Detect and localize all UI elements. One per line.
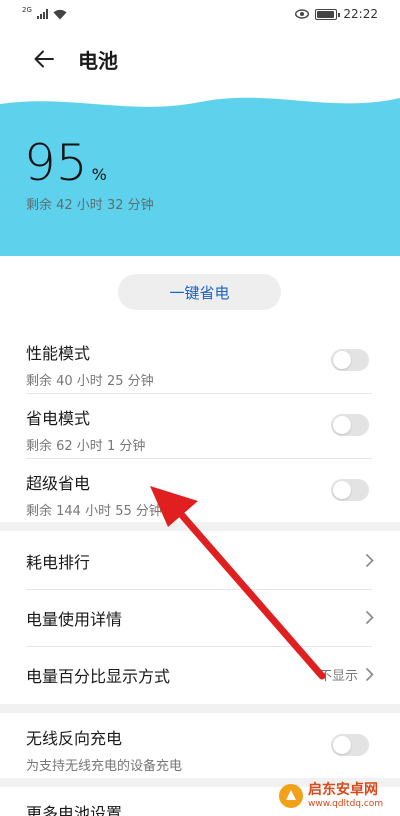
mode-remaining: 剩余 40 小时 25 分钟 — [26, 374, 154, 389]
power-saving-mode-toggle[interactable] — [331, 414, 369, 436]
nav-item-label: 电量使用详情 — [26, 609, 123, 629]
battery-percent-unit: % — [91, 165, 107, 184]
battery-percent: 95 % — [24, 138, 107, 188]
watermark-logo-icon — [279, 784, 303, 808]
battery-wave-graphic — [0, 92, 400, 107]
watermark-text: 启东安卓网 www.qdltdq.com — [308, 782, 384, 809]
section-divider — [0, 704, 400, 713]
nav-item-label: 更多电池设置 — [26, 804, 123, 816]
battery-status-icon — [315, 8, 341, 20]
toggle-knob — [333, 736, 351, 754]
status-time: 22:22 — [343, 7, 378, 21]
mode-row-ultra-saving[interactable]: 超级省电 剩余 144 小时 55 分钟 — [0, 458, 400, 523]
mode-row-power-saving[interactable]: 省电模式 剩余 62 小时 1 分钟 — [0, 393, 400, 458]
mode-remaining: 剩余 62 小时 1 分钟 — [26, 439, 146, 454]
watermark-name: 启东安卓网 — [308, 782, 378, 799]
nav-item-usage-details[interactable]: 电量使用详情 — [0, 589, 400, 646]
status-bar: 2G 22:22 — [0, 0, 400, 28]
wireless-description: 为支持无线充电的设备充电 — [26, 759, 183, 774]
chevron-right-icon — [365, 553, 374, 568]
status-left: 2G — [22, 6, 67, 20]
battery-remaining-time: 剩余 42 小时 32 分钟 — [26, 198, 154, 213]
network-type-label: 2G — [22, 6, 32, 14]
battery-level-panel: 95 % 剩余 42 小时 32 分钟 — [0, 92, 400, 256]
one-key-power-save-button[interactable]: 一键省电 — [118, 274, 281, 310]
battery-settings-list: 耗电排行 电量使用详情 电量百分比显示方式 不显示 — [0, 532, 400, 703]
nav-item-power-ranking[interactable]: 耗电排行 — [0, 532, 400, 589]
nav-item-label: 耗电排行 — [26, 552, 91, 572]
eye-comfort-icon — [295, 9, 310, 19]
app-bar: 电池 — [0, 28, 400, 90]
toggle-knob — [333, 351, 351, 369]
chevron-right-icon — [365, 667, 374, 682]
signal-icon — [36, 9, 48, 19]
wifi-icon — [53, 9, 67, 19]
chevron-right-icon — [365, 610, 374, 625]
mode-row-performance[interactable]: 性能模式 剩余 40 小时 25 分钟 — [0, 328, 400, 393]
mode-remaining: 剩余 144 小时 55 分钟 — [26, 504, 162, 519]
ultra-saving-mode-toggle[interactable] — [331, 479, 369, 501]
nav-item-label: 电量百分比显示方式 — [26, 666, 171, 686]
back-arrow-icon[interactable] — [32, 47, 56, 71]
toggle-knob — [333, 416, 351, 434]
wireless-reverse-charging-row[interactable]: 无线反向充电 为支持无线充电的设备充电 — [0, 714, 400, 778]
battery-percent-value: 95 — [24, 134, 88, 192]
nav-item-percent-display[interactable]: 电量百分比显示方式 不显示 — [0, 646, 400, 703]
wireless-reverse-charging-toggle[interactable] — [331, 734, 369, 756]
watermark-url: www.qdltdq.com — [308, 798, 384, 809]
section-divider — [0, 522, 400, 531]
percent-display-value: 不显示 — [318, 669, 358, 684]
page-title: 电池 — [78, 48, 118, 73]
toggle-knob — [333, 481, 351, 499]
status-right: 22:22 — [295, 7, 378, 21]
power-mode-list: 性能模式 剩余 40 小时 25 分钟 省电模式 剩余 62 小时 1 分钟 超… — [0, 328, 400, 523]
site-watermark: 启东安卓网 www.qdltdq.com — [278, 776, 400, 816]
performance-mode-toggle[interactable] — [331, 349, 369, 371]
